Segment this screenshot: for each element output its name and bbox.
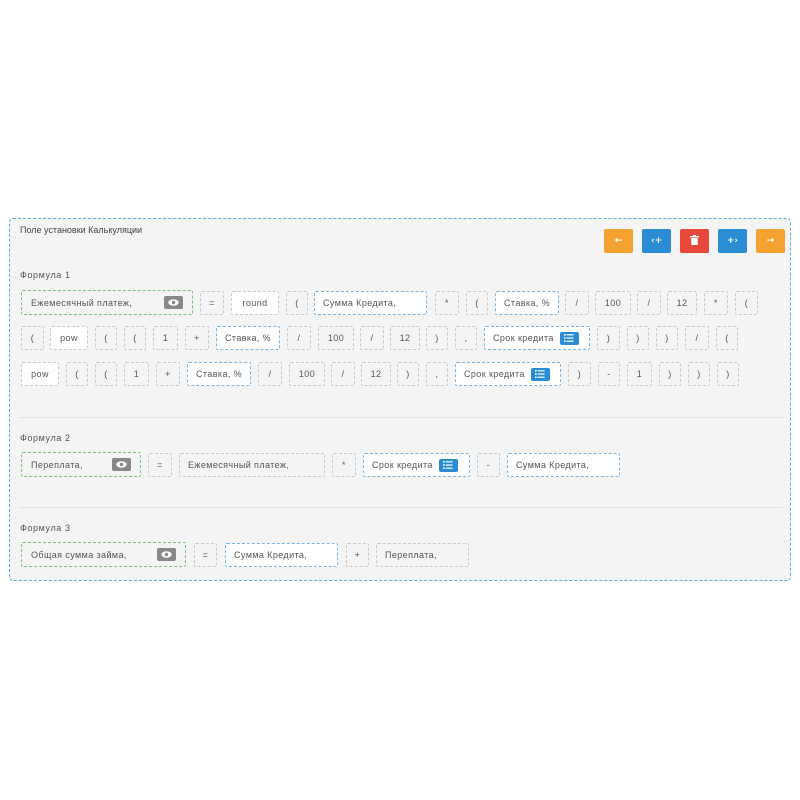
variable-token[interactable]: Ставка, % xyxy=(187,362,251,386)
result-label: Общая сумма займа, xyxy=(31,549,127,560)
operator-token[interactable]: + xyxy=(185,326,209,350)
operator-token[interactable]: * xyxy=(704,291,728,315)
operator-token[interactable]: ( xyxy=(716,326,738,350)
operator-token[interactable]: ) xyxy=(426,326,448,350)
calculation-panel: Поле установки Калькуляции ← ‹+ +› → Фор… xyxy=(9,218,791,581)
number-token[interactable]: 100 xyxy=(318,326,354,350)
number-token[interactable]: 1 xyxy=(153,326,178,350)
operator-token[interactable]: / xyxy=(360,326,384,350)
operator-token[interactable]: / xyxy=(258,362,282,386)
operator-token[interactable]: ) xyxy=(659,362,681,386)
operator-token[interactable]: ) xyxy=(656,326,678,350)
move-left-button[interactable]: ← xyxy=(604,229,633,253)
operator-token[interactable]: / xyxy=(565,291,589,315)
operator-token[interactable]: ( xyxy=(21,326,44,350)
eye-icon[interactable] xyxy=(112,458,131,471)
list-icon[interactable] xyxy=(530,367,550,381)
variable-token[interactable]: Срок кредита xyxy=(363,453,470,477)
variable-token[interactable]: Срок кредита xyxy=(484,326,590,350)
variable-token[interactable]: Сумма Кредита, xyxy=(507,453,620,477)
panel-title: Поле установки Калькуляции xyxy=(20,225,143,235)
operator-token[interactable]: ( xyxy=(124,326,146,350)
number-token[interactable]: 100 xyxy=(595,291,631,315)
operator-token[interactable]: / xyxy=(287,326,311,350)
arrow-left-icon: ← xyxy=(614,236,623,246)
variable-label: Срок кредита xyxy=(464,369,525,379)
number-token[interactable]: 12 xyxy=(667,291,697,315)
operator-token[interactable]: * xyxy=(332,453,356,477)
collapse-icon: ‹+ xyxy=(650,236,663,246)
operator-token[interactable]: - xyxy=(477,453,500,477)
operator-token[interactable]: ( xyxy=(466,291,488,315)
trash-icon xyxy=(690,234,699,248)
operator-token[interactable]: ) xyxy=(597,326,620,350)
delete-button[interactable] xyxy=(680,229,709,253)
variable-token[interactable]: Сумма Кредита, xyxy=(225,543,338,567)
result-label: Переплата, xyxy=(31,459,83,470)
operator-token[interactable]: , xyxy=(455,326,477,350)
formula-2-title: Формула 2 xyxy=(20,433,71,443)
collapse-button[interactable]: ‹+ xyxy=(642,229,671,253)
formula-2-result[interactable]: Переплата, xyxy=(21,452,141,477)
list-icon[interactable] xyxy=(438,458,458,472)
formula-3-result[interactable]: Общая сумма займа, xyxy=(21,542,186,567)
formula-divider xyxy=(20,507,783,508)
operator-token[interactable]: + xyxy=(156,362,180,386)
number-token[interactable]: 12 xyxy=(390,326,420,350)
variable-token[interactable]: Ставка, % xyxy=(216,326,280,350)
operator-token[interactable]: ( xyxy=(286,291,308,315)
operator-token[interactable]: ( xyxy=(95,326,117,350)
expand-icon: +› xyxy=(726,236,739,246)
operator-token[interactable]: ) xyxy=(397,362,419,386)
operator-token[interactable]: ( xyxy=(95,362,117,386)
eye-icon[interactable] xyxy=(157,548,176,561)
variable-token[interactable]: Ежемесячный платеж, xyxy=(179,453,325,477)
eye-icon[interactable] xyxy=(164,296,183,309)
operator-token[interactable]: , xyxy=(426,362,448,386)
variable-token[interactable]: Ставка, % xyxy=(495,291,559,315)
list-icon[interactable] xyxy=(559,331,579,345)
number-token[interactable]: 100 xyxy=(289,362,325,386)
operator-token[interactable]: ) xyxy=(627,326,649,350)
operator-token[interactable]: ( xyxy=(735,291,758,315)
function-token[interactable]: pow xyxy=(50,326,88,350)
function-token[interactable]: pow xyxy=(21,362,59,386)
function-token[interactable]: round xyxy=(231,291,279,315)
operator-token[interactable]: / xyxy=(637,291,661,315)
operator-token[interactable]: ) xyxy=(688,362,710,386)
number-token[interactable]: 1 xyxy=(627,362,652,386)
variable-label: Срок кредита xyxy=(493,333,554,343)
operator-token[interactable]: ) xyxy=(717,362,739,386)
arrow-right-icon: → xyxy=(766,236,775,246)
operator-token[interactable]: = xyxy=(200,291,224,315)
variable-token[interactable]: Сумма Кредита, xyxy=(314,291,427,315)
operator-token[interactable]: = xyxy=(194,543,217,567)
operator-token[interactable]: + xyxy=(346,543,369,567)
operator-token[interactable]: * xyxy=(435,291,459,315)
formula-1-title: Формула 1 xyxy=(20,270,71,280)
variable-token[interactable]: Переплата, xyxy=(376,543,469,567)
result-label: Ежемесячный платеж, xyxy=(31,297,133,308)
operator-token[interactable]: = xyxy=(148,453,172,477)
operator-token[interactable]: / xyxy=(685,326,709,350)
move-right-button[interactable]: → xyxy=(756,229,785,253)
operator-token[interactable]: ( xyxy=(66,362,88,386)
number-token[interactable]: 1 xyxy=(124,362,149,386)
formula-divider xyxy=(20,417,783,418)
formula-1-result[interactable]: Ежемесячный платеж, xyxy=(21,290,193,315)
expand-button[interactable]: +› xyxy=(718,229,747,253)
operator-token[interactable]: - xyxy=(598,362,620,386)
variable-token[interactable]: Срок кредита xyxy=(455,362,561,386)
operator-token[interactable]: / xyxy=(331,362,355,386)
operator-token[interactable]: ) xyxy=(568,362,591,386)
variable-label: Срок кредита xyxy=(372,460,433,470)
formula-3-title: Формула 3 xyxy=(20,523,71,533)
number-token[interactable]: 12 xyxy=(361,362,391,386)
